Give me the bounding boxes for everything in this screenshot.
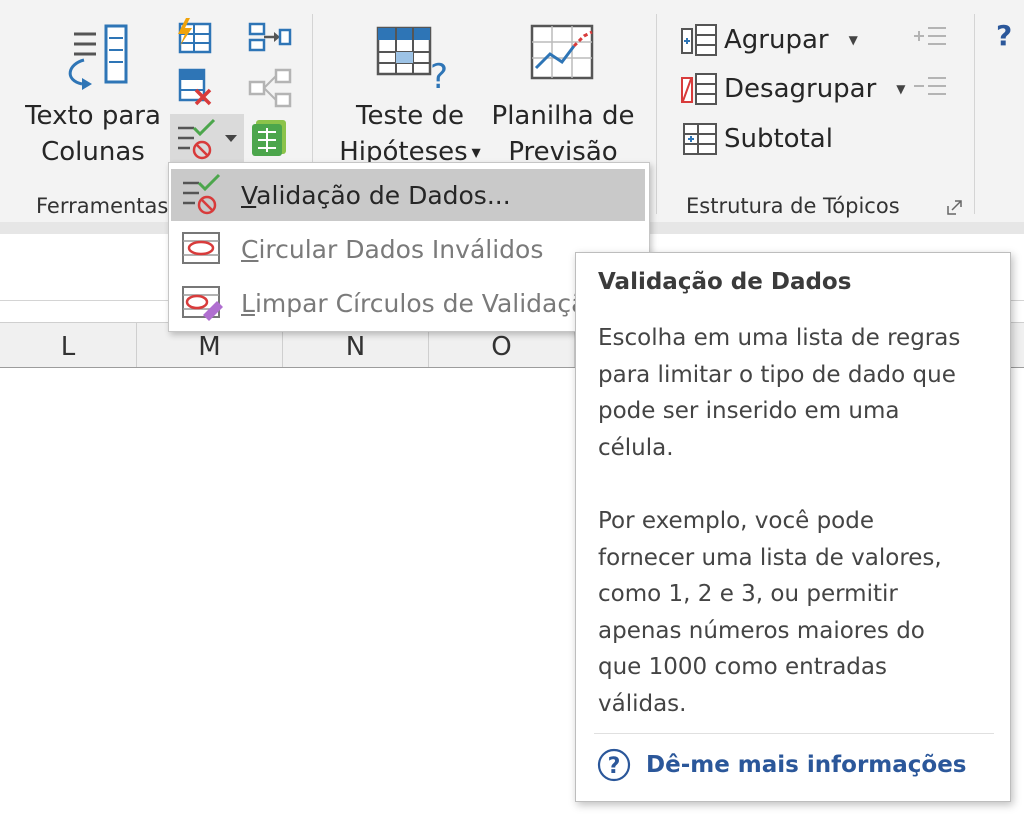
remove-duplicates-icon[interactable] — [174, 66, 214, 106]
tooltip-title: Validação de Dados — [598, 269, 852, 295]
subtotal-label: Subtotal — [724, 124, 833, 154]
forecast-sheet-icon — [530, 24, 594, 80]
chevron-down-icon: ▼ — [467, 145, 481, 160]
menu-item-label: Validação de Dados... — [241, 181, 511, 210]
menu-label-rest: alidação de Dados... — [256, 180, 511, 210]
circle-invalid-data-icon — [182, 232, 220, 264]
menu-accelerator: V — [241, 180, 257, 210]
group-label: Agrupar — [724, 25, 829, 55]
tooltip-line: célula. — [598, 434, 674, 461]
show-detail-icon[interactable] — [910, 22, 950, 54]
ungroup-button[interactable]: Desagrupar ▼ — [680, 68, 906, 110]
chevron-down-icon — [225, 135, 237, 142]
consolidate-icon[interactable] — [248, 20, 292, 56]
tooltip-paragraph-2: Por exemplo, você pode fornecer uma list… — [598, 503, 998, 722]
tooltip-line: como 1, 2 e 3, ou permitir — [598, 581, 898, 607]
menu-label-rest: ircular Dados Inválidos — [258, 234, 544, 264]
svg-text:?: ? — [608, 754, 621, 779]
text-to-columns-label-1: Texto para — [25, 101, 161, 131]
menu-label-rest: impar Círculos de Validação — [254, 288, 602, 318]
menu-accelerator: L — [241, 288, 255, 318]
menu-item-data-validation[interactable]: Validação de Dados... — [171, 169, 645, 221]
dialog-launcher-icon[interactable] — [946, 198, 964, 216]
tooltip-paragraph-1: Escolha em uma lista de regras para limi… — [598, 320, 998, 466]
clear-validation-circles-icon — [182, 286, 223, 321]
menu-item-label: Limpar Círculos de Validação — [241, 289, 602, 318]
svg-text:?: ? — [430, 57, 448, 96]
subtotal-icon — [683, 123, 717, 155]
what-if-label-1: Teste de — [356, 101, 464, 131]
menu-item-circle-invalid-data[interactable]: Circular Dados Inválidos — [171, 223, 645, 275]
chevron-down-icon: ▼ — [896, 82, 906, 96]
text-to-columns-label-2: Colunas — [41, 137, 145, 167]
group-icon — [681, 24, 717, 56]
tooltip-line: Escolha em uma lista de regras — [598, 325, 961, 351]
tell-me-more-link[interactable]: ? Dê-me mais informações — [596, 747, 967, 783]
flash-fill-icon[interactable] — [174, 18, 214, 56]
data-validation-tooltip: Validação de Dados Escolha em uma lista … — [575, 252, 1011, 802]
tooltip-line: para limitar o tipo de dado que — [598, 361, 956, 388]
data-validation-split-button[interactable] — [170, 114, 244, 164]
what-if-analysis-icon: ? — [376, 26, 448, 96]
tell-me-more-label: Dê-me mais informações — [646, 752, 967, 778]
tooltip-line: que 1000 como entradas — [598, 654, 887, 680]
tooltip-line: apenas números maiores do — [598, 617, 925, 644]
what-if-analysis-button[interactable]: ? Teste de Hipóteses ▼ — [330, 14, 490, 174]
data-validation-icon — [178, 118, 216, 160]
group-button[interactable]: Agrupar ▼ — [680, 20, 858, 60]
data-validation-icon — [183, 173, 221, 215]
text-to-columns-button[interactable]: Texto para Colunas — [18, 14, 168, 174]
outline-group-label: Estrutura de Tópicos — [686, 194, 900, 218]
data-model-icon[interactable] — [248, 116, 292, 158]
group-separator — [974, 14, 975, 214]
relationships-icon[interactable] — [248, 68, 292, 108]
hide-detail-icon[interactable] — [910, 72, 950, 104]
menu-item-label: Circular Dados Inválidos — [241, 235, 543, 264]
forecast-label-1: Planilha de — [491, 101, 635, 131]
column-header-l[interactable]: L — [0, 323, 137, 367]
tooltip-line: Por exemplo, você pode — [598, 508, 874, 534]
menu-accelerator: C — [241, 234, 259, 264]
ungroup-label: Desagrupar — [724, 74, 877, 104]
tooltip-line: válidas. — [598, 690, 687, 717]
help-icon[interactable]: ? — [996, 18, 1024, 54]
subtotal-button[interactable]: Subtotal — [680, 118, 833, 160]
ungroup-icon — [681, 73, 717, 105]
text-to-columns-icon — [68, 24, 128, 90]
menu-item-clear-validation-circles[interactable]: Limpar Círculos de Validação — [171, 277, 645, 329]
chevron-down-icon: ▼ — [848, 33, 858, 47]
group-separator — [656, 14, 657, 214]
tooltip-divider — [594, 733, 994, 734]
tooltip-line: pode ser inserido em uma — [598, 398, 900, 424]
help-circle-icon: ? — [597, 748, 631, 782]
forecast-sheet-button[interactable]: Planilha de Previsão — [488, 14, 638, 174]
data-tools-group-label: Ferramentas — [36, 194, 169, 218]
tooltip-line: fornecer uma lista de valores, — [598, 544, 942, 571]
